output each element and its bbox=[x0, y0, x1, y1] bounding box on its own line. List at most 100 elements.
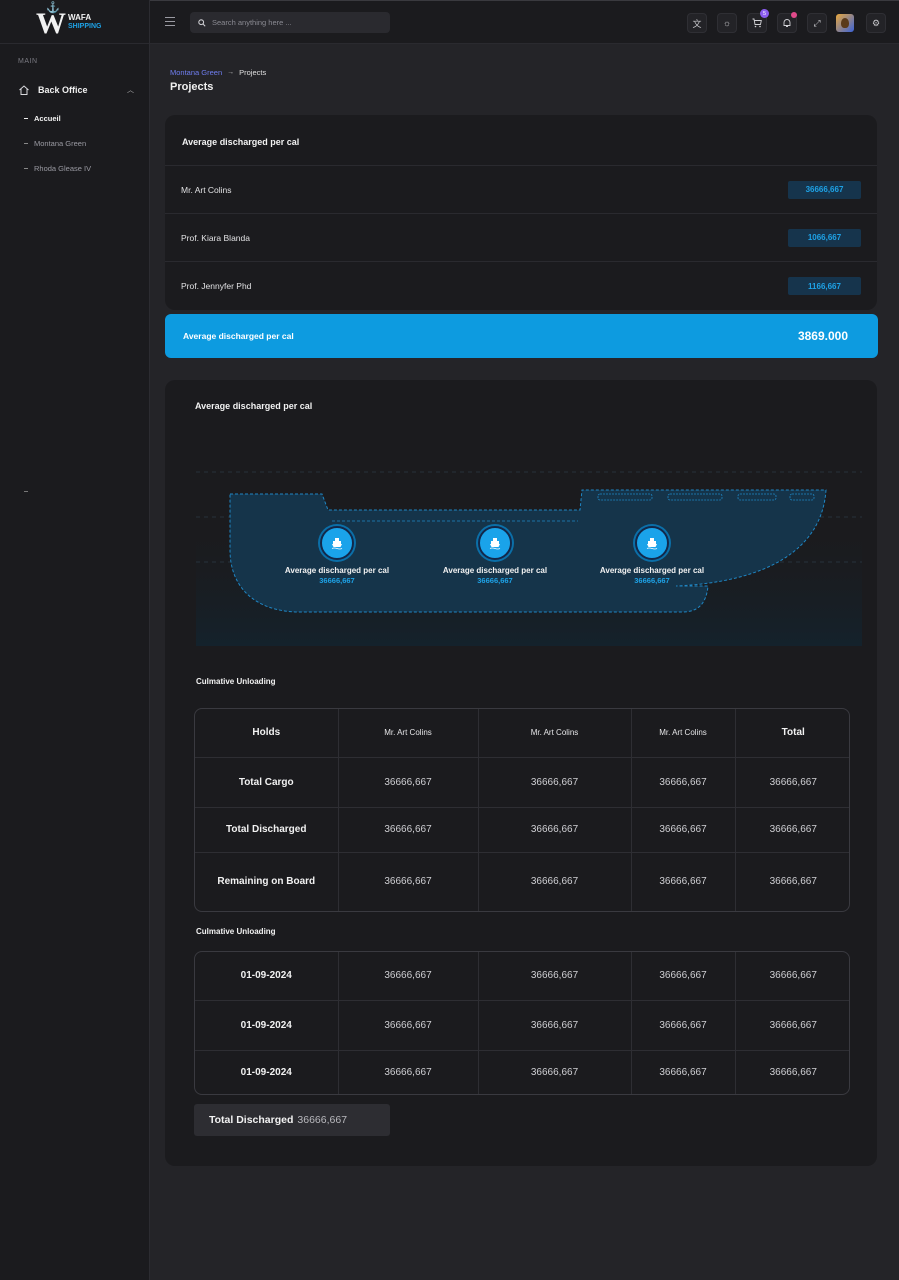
table-cell: 36666,667 bbox=[478, 807, 632, 853]
table1-title: Culmative Unloading bbox=[196, 677, 276, 686]
page-title: Projects bbox=[170, 81, 214, 93]
table-cell: 36666,667 bbox=[338, 852, 479, 911]
ship-diagram: Average discharged per cal 36666,667 Ave… bbox=[196, 470, 862, 646]
bell-icon bbox=[783, 19, 791, 27]
total-discharged-label: Total Discharged bbox=[209, 1114, 294, 1126]
ship-icon bbox=[635, 526, 669, 560]
hold-marker[interactable]: Average discharged per cal 36666,667 bbox=[267, 526, 407, 585]
table-cell: 36666,667 bbox=[631, 1050, 736, 1094]
breadcrumb: Montana Green → Projects bbox=[170, 68, 266, 77]
list-item: Prof. Kiara Blanda 1066,667 bbox=[165, 214, 877, 262]
sidebar: ⚓ W WAFA SHIPPING MAIN Back Office ︿ Acc… bbox=[0, 0, 150, 1280]
total-average-label: Average discharged per cal bbox=[183, 331, 294, 341]
table-cell: 36666,667 bbox=[631, 757, 736, 808]
dash-icon bbox=[24, 143, 28, 144]
row-header: Total Cargo bbox=[195, 757, 339, 808]
arrow-right-icon: → bbox=[227, 69, 235, 76]
column-header: Mr. Art Colins bbox=[338, 709, 479, 758]
value-badge: 1066,667 bbox=[788, 228, 861, 247]
sidebar-divider bbox=[24, 491, 28, 492]
row-header: 01-09-2024 bbox=[195, 952, 339, 1001]
logo-line2: SHIPPING bbox=[68, 22, 102, 30]
notification-dot bbox=[791, 12, 797, 18]
hold-value: 36666,667 bbox=[477, 576, 513, 585]
table-cell: 36666,667 bbox=[769, 1066, 817, 1078]
sidebar-item-back-office[interactable]: Back Office ︿ bbox=[18, 82, 134, 98]
sidebar-item-accueil[interactable]: Accueil bbox=[24, 114, 61, 123]
fullscreen-icon[interactable]: ⤢ bbox=[807, 13, 827, 33]
table-cell: 36666,667 bbox=[338, 1000, 479, 1051]
home-icon bbox=[19, 85, 29, 95]
sidebar-item-label: Back Office bbox=[38, 85, 88, 95]
hold-marker[interactable]: Average discharged per cal 36666,667 bbox=[582, 526, 722, 585]
row-header: 01-09-2024 bbox=[195, 1050, 339, 1094]
table-cell: 36666,667 bbox=[478, 852, 632, 911]
ship-icon bbox=[478, 526, 512, 560]
table-row: 01-09-2024 36666,667 36666,667 36666,667… bbox=[195, 1050, 849, 1094]
hold-value: 36666,667 bbox=[634, 576, 670, 585]
avatar[interactable] bbox=[836, 14, 854, 32]
table-row: 01-09-2024 36666,667 36666,667 36666,667… bbox=[195, 1000, 849, 1051]
person-name: Prof. Jennyfer Phd bbox=[181, 281, 252, 291]
hold-marker[interactable]: Average discharged per cal 36666,667 bbox=[425, 526, 565, 585]
table-cell: 36666,667 bbox=[769, 876, 817, 888]
cumulative-unloading-table: Holds Mr. Art Colins Mr. Art Colins Mr. … bbox=[194, 708, 850, 912]
hold-label: Average discharged per cal bbox=[284, 566, 390, 575]
column-header: Holds bbox=[195, 709, 339, 758]
value-badge: 36666,667 bbox=[788, 180, 861, 199]
table2-title: Culmative Unloading bbox=[196, 927, 276, 936]
sidebar-item-montana-green[interactable]: Montana Green bbox=[24, 139, 86, 148]
theme-icon[interactable]: ☼ bbox=[717, 13, 737, 33]
sidebar-section-label: MAIN bbox=[18, 58, 38, 65]
hold-label: Average discharged per cal bbox=[442, 566, 548, 575]
table-cell: 36666,667 bbox=[478, 757, 632, 808]
table-cell: 36666,667 bbox=[735, 757, 849, 808]
column-header: Mr. Art Colins bbox=[631, 709, 736, 758]
person-name: Mr. Art Colins bbox=[181, 184, 232, 195]
avatar-face-icon bbox=[841, 18, 849, 28]
notification-icon[interactable] bbox=[777, 12, 797, 33]
table-cell: 36666,667 bbox=[735, 1000, 849, 1051]
cart-badge: 5 bbox=[760, 9, 769, 18]
topbar: 文 ☼ 5 ⤢ ⚙ bbox=[150, 0, 899, 44]
logo-wordmark: WAFA SHIPPING bbox=[68, 13, 101, 31]
list-item: Mr. Art Colins 36666,667 bbox=[165, 166, 877, 214]
sidebar-item-label: Rhoda Glease IV bbox=[34, 164, 92, 173]
summary-card-title: Average discharged per cal bbox=[165, 115, 877, 166]
search-box[interactable] bbox=[190, 12, 390, 33]
daily-unloading-table: 01-09-2024 36666,667 36666,667 36666,667… bbox=[194, 951, 850, 1095]
sidebar-item-label: Montana Green bbox=[34, 139, 87, 148]
table-cell: 36666,667 bbox=[338, 1050, 479, 1094]
app-logo[interactable]: ⚓ W WAFA SHIPPING bbox=[0, 0, 149, 44]
ship-icon bbox=[320, 526, 354, 560]
cart-glyph-icon bbox=[752, 18, 762, 28]
settings-icon[interactable]: ⚙ bbox=[866, 13, 886, 33]
sidebar-item-label: Accueil bbox=[34, 114, 61, 123]
menu-toggle-icon[interactable] bbox=[165, 17, 175, 26]
sidebar-item-rhoda-glease[interactable]: Rhoda Glease IV bbox=[24, 164, 91, 173]
translate-icon[interactable]: 文 bbox=[687, 13, 707, 33]
table-cell: 36666,667 bbox=[631, 852, 736, 911]
hold-value: 36666,667 bbox=[319, 576, 355, 585]
table-cell: 36666,667 bbox=[338, 952, 479, 1001]
summary-card: Average discharged per cal Mr. Art Colin… bbox=[165, 115, 877, 310]
table-header-row: Holds Mr. Art Colins Mr. Art Colins Mr. … bbox=[195, 709, 849, 758]
table-cell: 36666,667 bbox=[338, 807, 479, 853]
logo-line1: WAFA bbox=[68, 12, 92, 22]
column-header: Total bbox=[735, 709, 849, 758]
table-cell: 36666,667 bbox=[338, 757, 479, 808]
table-cell: 36666,667 bbox=[631, 807, 736, 853]
table-cell: 36666,667 bbox=[631, 1000, 736, 1051]
table-cell: 36666,667 bbox=[478, 1000, 632, 1051]
dash-icon bbox=[24, 168, 28, 169]
total-discharged-summary: Total Discharged 36666,667 bbox=[194, 1104, 390, 1136]
search-input[interactable] bbox=[212, 18, 372, 27]
row-header: Total Discharged bbox=[195, 807, 339, 853]
value-badge: 1166,667 bbox=[788, 277, 861, 295]
breadcrumb-link[interactable]: Montana Green bbox=[170, 68, 222, 77]
anchor-logo-icon: ⚓ W bbox=[36, 1, 66, 40]
column-header: Mr. Art Colins bbox=[478, 709, 632, 758]
table-row: 01-09-2024 36666,667 36666,667 36666,667… bbox=[195, 952, 849, 1001]
cart-icon[interactable]: 5 bbox=[747, 9, 769, 33]
table-row: Remaining on Board 36666,667 36666,667 3… bbox=[195, 852, 849, 911]
